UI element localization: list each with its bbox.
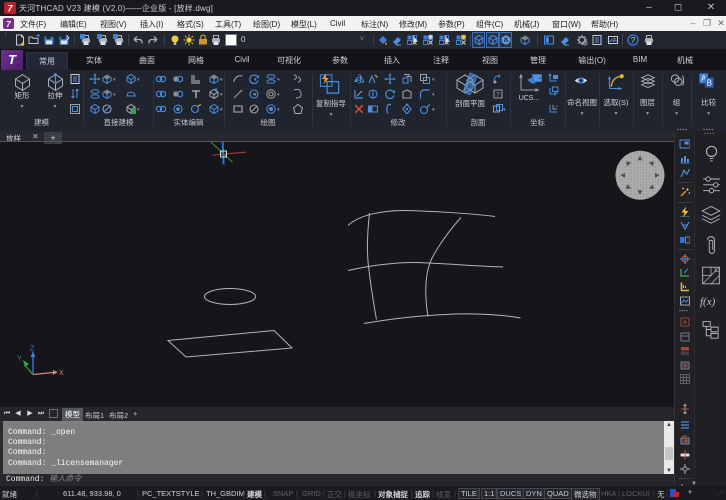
svg-text:Y: Y bbox=[17, 355, 22, 362]
svg-text:X: X bbox=[59, 370, 64, 377]
svg-text:Z: Z bbox=[30, 345, 35, 352]
svg-text:?: ? bbox=[496, 92, 500, 99]
svg-text:B: B bbox=[707, 78, 712, 87]
svg-text:7: 7 bbox=[6, 20, 11, 29]
